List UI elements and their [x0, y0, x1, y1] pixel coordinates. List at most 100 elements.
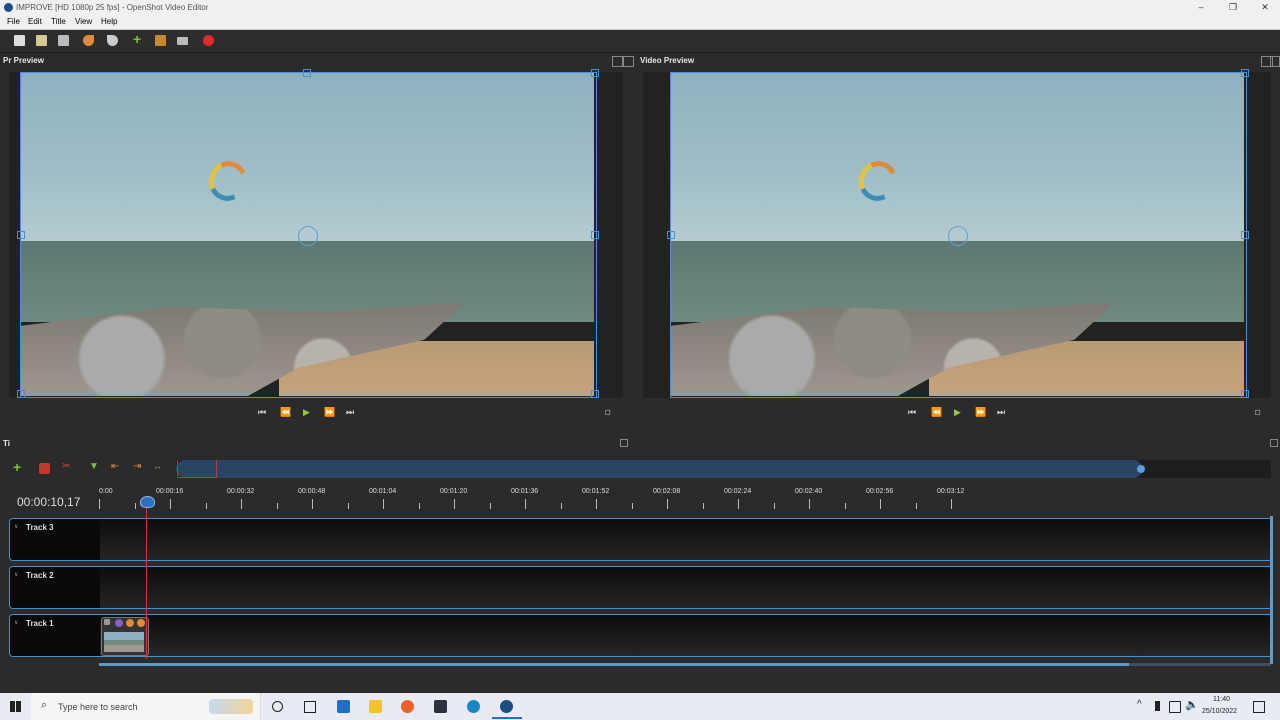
clip-effect-badge-icon[interactable]	[126, 619, 134, 627]
right-camera-icon[interactable]: ◘	[1255, 407, 1260, 417]
right-jump-start-button[interactable]: ⏮	[908, 407, 916, 418]
playhead-line[interactable]	[146, 505, 147, 659]
clip-effect-badge-icon[interactable]	[115, 619, 123, 627]
start-button-icon[interactable]	[10, 701, 21, 712]
profile-icon[interactable]	[155, 35, 166, 46]
scrollbar-thumb[interactable]	[99, 663, 1129, 666]
taskbar-search-box[interactable]: ⌕ Type here to search	[31, 693, 261, 720]
timeline-vertical-scrollbar[interactable]	[1270, 516, 1273, 664]
left-jump-end-button[interactable]: ⏭	[346, 407, 354, 418]
snapping-icon[interactable]	[39, 463, 50, 474]
minimize-button[interactable]: –	[1190, 1, 1212, 14]
tray-usb-icon[interactable]	[1155, 701, 1160, 711]
zoom-end-handle[interactable]	[1137, 465, 1145, 473]
ruler-label: 00:02:40	[795, 488, 823, 495]
time-ruler[interactable]: 0:00 00:00:16 00:00:32 00:00:48 00:01:04…	[0, 485, 1280, 515]
track-menu-chevron-icon[interactable]: ∨	[14, 619, 18, 626]
video-clip[interactable]	[101, 617, 149, 656]
ruler-tick	[632, 503, 633, 509]
track-header[interactable]: ∨ Track 1	[10, 615, 100, 656]
transform-handle[interactable]	[17, 231, 25, 239]
timeline-horizontal-scrollbar[interactable]	[99, 663, 1271, 666]
track-menu-chevron-icon[interactable]: ∨	[14, 571, 18, 578]
clip-effect-badge-icon[interactable]	[137, 619, 145, 627]
transform-handle[interactable]	[667, 231, 675, 239]
volume-icon[interactable]: 🔈	[1185, 698, 1199, 711]
davinci-resolve-icon[interactable]	[434, 700, 447, 713]
previous-marker-icon[interactable]: ⇤	[111, 461, 122, 472]
transform-handle[interactable]	[303, 69, 311, 77]
timeline-close-button[interactable]	[1270, 439, 1278, 447]
left-camera-icon[interactable]: ◘	[605, 407, 610, 417]
ruler-label: 0:00	[99, 488, 113, 495]
firefox-icon[interactable]	[401, 700, 414, 713]
center-timeline-icon[interactable]: ↔	[153, 461, 169, 472]
ruler-tick	[738, 499, 739, 509]
timeline-float-button[interactable]	[620, 439, 628, 447]
center-crosshair-icon[interactable]	[298, 226, 318, 246]
transform-handle[interactable]	[591, 231, 599, 239]
track-header[interactable]: ∨ Track 3	[10, 519, 100, 560]
right-panel-close-button[interactable]	[1270, 56, 1280, 67]
clip-menu-icon[interactable]	[104, 619, 110, 625]
tray-chevron-icon[interactable]: ^	[1137, 699, 1142, 710]
menu-file[interactable]: File	[7, 17, 20, 26]
transform-handle[interactable]	[17, 390, 25, 398]
network-icon[interactable]	[1169, 701, 1181, 713]
app-blue-icon[interactable]	[467, 700, 480, 713]
track-header[interactable]: ∨ Track 2	[10, 567, 100, 608]
undo-icon[interactable]	[83, 35, 94, 46]
menu-edit[interactable]: Edit	[28, 17, 42, 26]
mail-icon[interactable]	[337, 700, 350, 713]
add-marker-icon[interactable]: ▼	[89, 461, 100, 472]
timeline-title: Ti	[3, 439, 10, 448]
right-preview-viewport	[643, 69, 1271, 398]
track-row[interactable]: ∨ Track 2	[9, 566, 1273, 609]
zoom-range-bar[interactable]	[176, 460, 1142, 478]
menu-help[interactable]: Help	[101, 17, 117, 26]
close-button[interactable]: ✕	[1254, 1, 1276, 14]
redo-icon[interactable]	[107, 35, 118, 46]
track-row[interactable]: ∨ Track 1	[9, 614, 1273, 657]
openshot-taskbar-icon[interactable]	[500, 700, 513, 713]
cortana-icon[interactable]	[272, 701, 283, 712]
left-fast-forward-button[interactable]: ⏩	[324, 407, 335, 418]
transform-handle[interactable]	[591, 390, 599, 398]
import-files-icon[interactable]: +	[133, 31, 144, 47]
right-play-button[interactable]: ▶	[954, 407, 961, 418]
transform-handle[interactable]	[591, 69, 599, 77]
right-jump-end-button[interactable]: ⏭	[997, 407, 1005, 418]
open-project-icon[interactable]	[36, 35, 47, 46]
next-marker-icon[interactable]: ⇥	[133, 461, 144, 472]
save-project-icon[interactable]	[58, 35, 69, 46]
left-rewind-button[interactable]: ⏪	[280, 407, 291, 418]
task-view-icon[interactable]	[304, 701, 316, 713]
add-track-icon[interactable]: +	[13, 459, 24, 475]
fullscreen-icon[interactable]	[177, 37, 188, 45]
track-row[interactable]: ∨ Track 3	[9, 518, 1273, 561]
right-rewind-button[interactable]: ⏪	[931, 407, 942, 418]
left-jump-start-button[interactable]: ⏮	[258, 407, 266, 418]
ruler-tick	[241, 499, 242, 509]
track-menu-chevron-icon[interactable]: ∨	[14, 523, 18, 530]
left-panel-close-button[interactable]	[622, 56, 634, 67]
menu-title[interactable]: Title	[51, 17, 66, 26]
transform-handle[interactable]	[1241, 231, 1249, 239]
playhead-handle[interactable]	[140, 496, 155, 508]
left-play-button[interactable]: ▶	[303, 407, 310, 418]
export-video-icon[interactable]	[203, 35, 214, 46]
clock-time[interactable]: 11:40	[1213, 696, 1230, 703]
timeline-zoom-scrollbar[interactable]	[176, 460, 1271, 478]
right-fast-forward-button[interactable]: ⏩	[975, 407, 986, 418]
menu-view[interactable]: View	[75, 17, 92, 26]
notifications-icon[interactable]	[1253, 701, 1265, 713]
clock-date[interactable]: 25/10/2022	[1202, 708, 1237, 715]
razor-icon[interactable]: ✂	[62, 461, 73, 472]
center-crosshair-icon[interactable]	[948, 226, 968, 246]
file-explorer-icon[interactable]	[369, 700, 382, 713]
transform-handle[interactable]	[1241, 69, 1249, 77]
ruler-tick	[170, 499, 171, 509]
transform-handle[interactable]	[1241, 390, 1249, 398]
new-project-icon[interactable]	[14, 35, 25, 46]
maximize-button[interactable]: ❐	[1222, 1, 1244, 14]
